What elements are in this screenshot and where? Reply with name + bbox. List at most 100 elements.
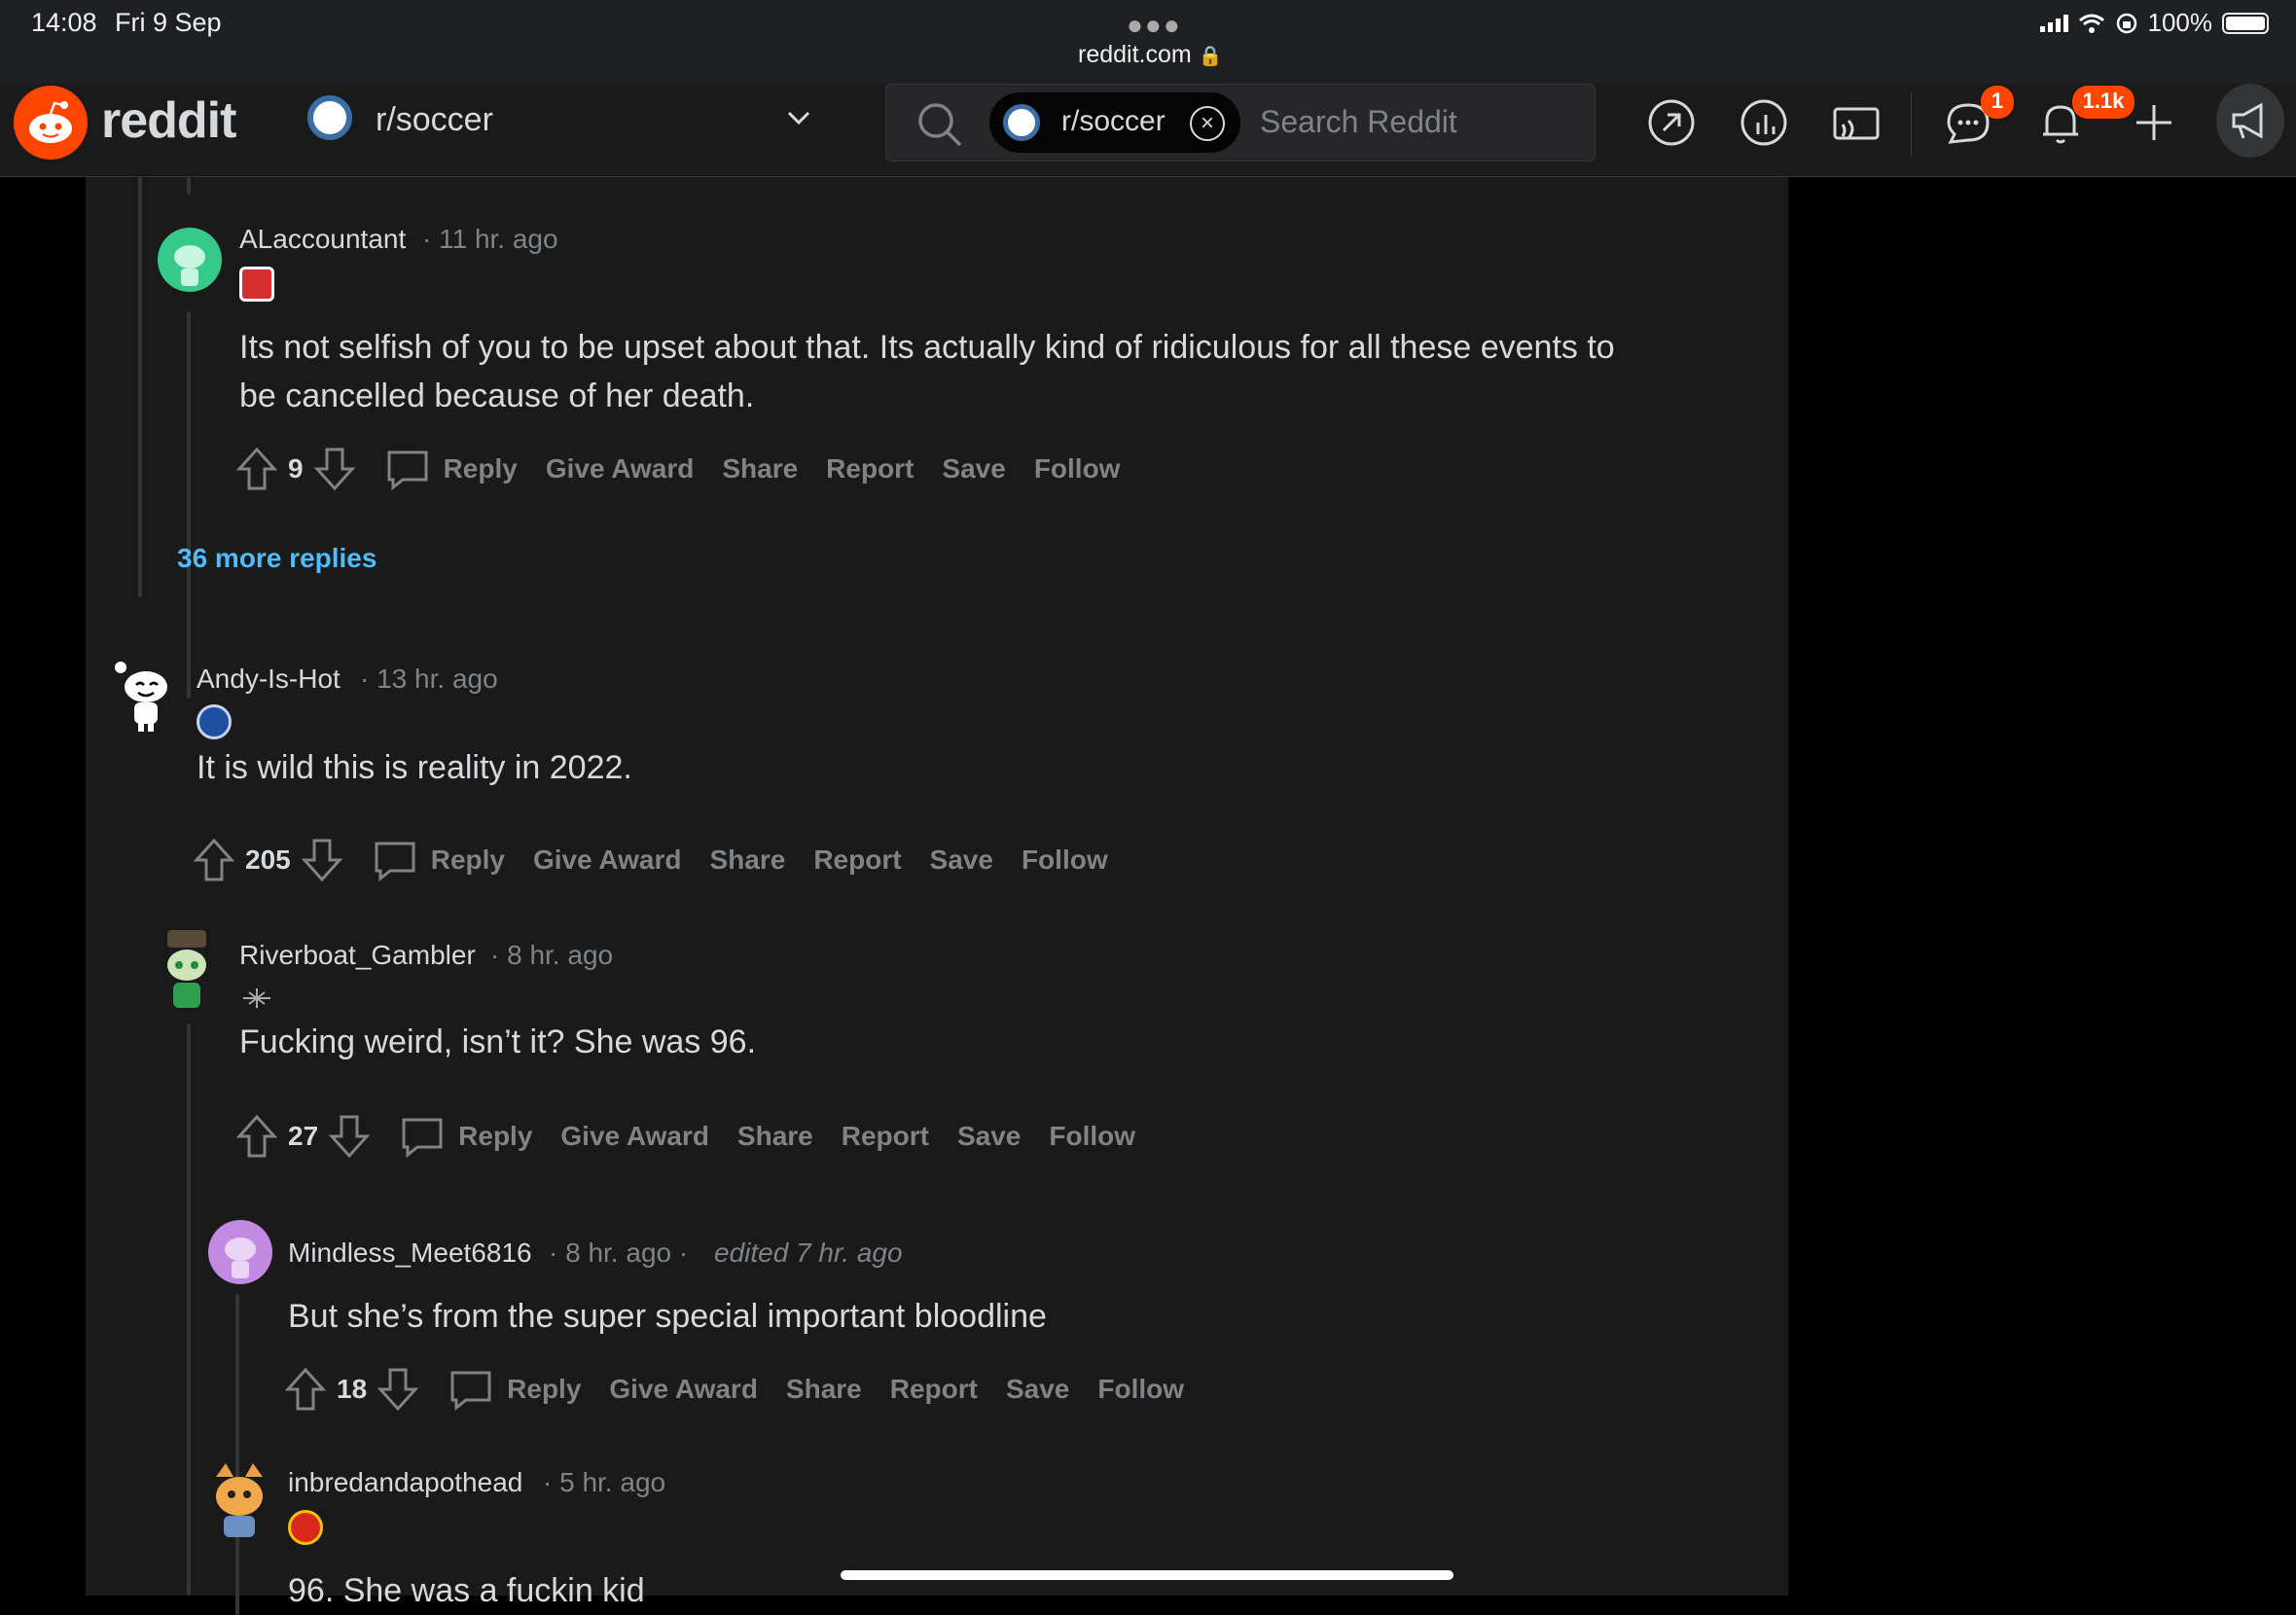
more-replies-link[interactable]: 36 more replies bbox=[177, 543, 377, 574]
share-button[interactable]: Share bbox=[786, 1374, 862, 1405]
upvote-icon[interactable] bbox=[235, 446, 278, 492]
comment-author[interactable]: Riverboat_Gambler bbox=[239, 940, 476, 971]
share-button[interactable]: Share bbox=[709, 844, 785, 876]
more-dots-icon[interactable]: ●●● bbox=[1127, 10, 1182, 41]
give-award-button[interactable]: Give Award bbox=[546, 453, 695, 484]
upvote-icon[interactable] bbox=[235, 1113, 278, 1160]
subreddit-icon bbox=[307, 95, 352, 140]
avatar[interactable] bbox=[111, 658, 179, 736]
comment-time[interactable]: · 5 hr. ago bbox=[543, 1467, 665, 1498]
close-icon[interactable]: × bbox=[1190, 106, 1225, 141]
url-label[interactable]: reddit.com 🔒 bbox=[1078, 41, 1223, 69]
comment-body: It is wild this is reality in 2022. bbox=[197, 749, 632, 786]
status-indicators: 100% bbox=[2039, 8, 2269, 38]
comment-bubble-icon[interactable] bbox=[385, 447, 430, 491]
search-scope-label: r/soccer bbox=[1061, 105, 1166, 137]
status-date: Fri 9 Sep bbox=[115, 8, 222, 37]
comment-author[interactable]: Andy-Is-Hot bbox=[197, 664, 341, 695]
avatar[interactable] bbox=[208, 1220, 272, 1284]
search-scope-chip[interactable]: r/soccer × bbox=[989, 92, 1240, 153]
comment-time[interactable]: · 8 hr. ago · bbox=[549, 1238, 688, 1269]
chevron-down-icon[interactable] bbox=[786, 105, 811, 130]
reply-button[interactable]: Reply bbox=[444, 453, 518, 484]
create-plus-icon[interactable] bbox=[2127, 95, 2181, 150]
header-divider bbox=[1911, 91, 1912, 156]
reply-button[interactable]: Reply bbox=[507, 1374, 581, 1405]
subreddit-name[interactable]: r/soccer bbox=[376, 101, 493, 139]
signal-icon bbox=[2039, 14, 2068, 32]
comment-time[interactable]: · 11 hr. ago bbox=[422, 224, 558, 255]
chat-badge: 1 bbox=[1981, 86, 2014, 119]
thread-line[interactable] bbox=[187, 1023, 191, 1596]
reddit-wordmark[interactable]: reddit bbox=[101, 91, 236, 150]
reddit-logo-icon[interactable] bbox=[14, 86, 88, 160]
search-bar[interactable]: r/soccer × Search Reddit bbox=[885, 84, 1596, 162]
comment-body: But she’s from the super special importa… bbox=[288, 1298, 1047, 1335]
stats-icon[interactable] bbox=[1737, 95, 1791, 150]
wifi-icon bbox=[2078, 14, 2104, 33]
home-indicator[interactable] bbox=[841, 1570, 1453, 1580]
report-button[interactable]: Report bbox=[890, 1374, 978, 1405]
comment-actions: 27 Reply Give Award Share Report Save Fo… bbox=[235, 1113, 1164, 1160]
reply-button[interactable]: Reply bbox=[458, 1121, 532, 1152]
give-award-button[interactable]: Give Award bbox=[609, 1374, 758, 1405]
comments-panel: ALaccountant · 11 hr. ago Its not selfis… bbox=[86, 177, 1788, 1615]
report-button[interactable]: Report bbox=[813, 844, 901, 876]
reply-button[interactable]: Reply bbox=[431, 844, 505, 876]
share-button[interactable]: Share bbox=[722, 453, 798, 484]
comment-body: Fucking weird, isn’t it? She was 96. bbox=[239, 1023, 757, 1060]
give-award-button[interactable]: Give Award bbox=[533, 844, 682, 876]
downvote-icon[interactable] bbox=[328, 1113, 371, 1160]
save-button[interactable]: Save bbox=[942, 453, 1005, 484]
megaphone-icon bbox=[2232, 102, 2263, 139]
avatar[interactable] bbox=[156, 926, 218, 1014]
give-award-button[interactable]: Give Award bbox=[560, 1121, 709, 1152]
rotation-lock-icon bbox=[2116, 13, 2136, 33]
downvote-icon[interactable] bbox=[377, 1366, 419, 1413]
thread-line[interactable] bbox=[187, 311, 191, 699]
status-time: 14:08 bbox=[31, 8, 97, 37]
comment-time[interactable]: · 8 hr. ago bbox=[490, 940, 613, 971]
report-button[interactable]: Report bbox=[842, 1121, 929, 1152]
vote-count: 18 bbox=[337, 1374, 368, 1404]
comment-author[interactable]: inbredandapothead bbox=[288, 1467, 522, 1498]
upvote-icon[interactable] bbox=[193, 837, 235, 883]
avatar[interactable] bbox=[158, 228, 222, 292]
popular-arrow-icon[interactable] bbox=[1644, 95, 1699, 150]
follow-button[interactable]: Follow bbox=[1034, 453, 1121, 484]
share-button[interactable]: Share bbox=[737, 1121, 813, 1152]
save-button[interactable]: Save bbox=[1006, 1374, 1069, 1405]
follow-button[interactable]: Follow bbox=[1022, 844, 1108, 876]
search-icon bbox=[918, 103, 962, 147]
downvote-icon[interactable] bbox=[313, 446, 356, 492]
flair-badge-icon bbox=[243, 988, 270, 1008]
notifications-badge: 1.1k bbox=[2072, 86, 2135, 119]
comment-actions: 18 Reply Give Award Share Report Save Fo… bbox=[284, 1366, 1212, 1413]
downvote-icon[interactable] bbox=[301, 837, 343, 883]
search-input[interactable]: Search Reddit bbox=[1260, 104, 1457, 140]
comment-author[interactable]: ALaccountant bbox=[239, 224, 406, 255]
advertise-button[interactable] bbox=[2216, 84, 2284, 158]
comment-actions: 205 Reply Give Award Share Report Save F… bbox=[193, 837, 1136, 883]
live-icon[interactable] bbox=[1829, 95, 1883, 150]
save-button[interactable]: Save bbox=[957, 1121, 1021, 1152]
battery-percent: 100% bbox=[2147, 8, 2213, 37]
thread-line[interactable] bbox=[187, 177, 191, 195]
comment-author[interactable]: Mindless_Meet6816 bbox=[288, 1238, 532, 1269]
upvote-icon[interactable] bbox=[284, 1366, 327, 1413]
battery-icon bbox=[2222, 12, 2269, 34]
save-button[interactable]: Save bbox=[930, 844, 993, 876]
avatar[interactable] bbox=[206, 1457, 272, 1541]
follow-button[interactable]: Follow bbox=[1049, 1121, 1135, 1152]
subreddit-icon bbox=[1003, 104, 1040, 141]
chelsea-flair-icon bbox=[197, 704, 232, 739]
report-button[interactable]: Report bbox=[826, 453, 914, 484]
thread-line[interactable] bbox=[235, 1294, 239, 1615]
follow-button[interactable]: Follow bbox=[1097, 1374, 1184, 1405]
thread-line[interactable] bbox=[138, 177, 142, 597]
comment-bubble-icon[interactable] bbox=[373, 838, 417, 882]
comment-bubble-icon[interactable] bbox=[400, 1114, 445, 1159]
comment-bubble-icon[interactable] bbox=[448, 1367, 493, 1412]
comment-time[interactable]: · 13 hr. ago bbox=[360, 664, 498, 695]
man-united-flair-icon bbox=[288, 1510, 323, 1545]
